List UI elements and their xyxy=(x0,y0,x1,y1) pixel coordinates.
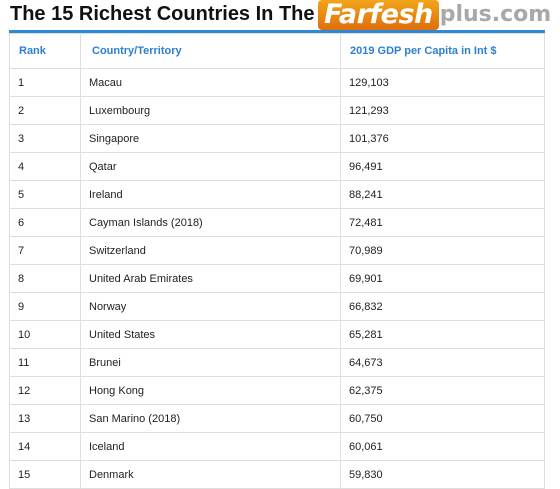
watermark-brand: Farfesh xyxy=(318,0,439,30)
cell-gdp: 60,061 xyxy=(340,432,545,461)
cell-country: Macau xyxy=(80,68,341,97)
cell-country: Norway xyxy=(80,292,341,321)
table-row: 9 Norway 66,832 xyxy=(9,292,545,321)
table-row: 5 Ireland 88,241 xyxy=(9,180,545,209)
richest-countries-table: Rank Country/Territory 2019 GDP per Capi… xyxy=(9,30,545,489)
cell-gdp: 66,832 xyxy=(340,292,545,321)
table-row: 14 Iceland 60,061 xyxy=(9,432,545,461)
cell-rank: 2 xyxy=(9,96,81,125)
cell-rank: 9 xyxy=(9,292,81,321)
table-row: 1 Macau 129,103 xyxy=(9,68,545,97)
table-row: 12 Hong Kong 62,375 xyxy=(9,376,545,405)
table-row: 8 United Arab Emirates 69,901 xyxy=(9,264,545,293)
cell-gdp: 96,491 xyxy=(340,152,545,181)
cell-gdp: 129,103 xyxy=(340,68,545,97)
cell-gdp: 101,376 xyxy=(340,124,545,153)
cell-rank: 10 xyxy=(9,320,81,349)
header-country: Country/Territory xyxy=(80,33,341,69)
table-row: 13 San Marino (2018) 60,750 xyxy=(9,404,545,433)
cell-rank: 15 xyxy=(9,460,81,489)
header-row: Rank Country/Territory 2019 GDP per Capi… xyxy=(9,33,545,69)
cell-gdp: 72,481 xyxy=(340,208,545,237)
cell-rank: 6 xyxy=(9,208,81,237)
cell-gdp: 64,673 xyxy=(340,348,545,377)
cell-rank: 12 xyxy=(9,376,81,405)
header-rank: Rank xyxy=(9,33,81,69)
cell-gdp: 69,901 xyxy=(340,264,545,293)
cell-country: United States xyxy=(80,320,341,349)
cell-rank: 7 xyxy=(9,236,81,265)
cell-rank: 13 xyxy=(9,404,81,433)
cell-gdp: 60,750 xyxy=(340,404,545,433)
table-row: 2 Luxembourg 121,293 xyxy=(9,96,545,125)
cell-country: Singapore xyxy=(80,124,341,153)
cell-gdp: 65,281 xyxy=(340,320,545,349)
cell-country: Switzerland xyxy=(80,236,341,265)
table-row: 3 Singapore 101,376 xyxy=(9,124,545,153)
cell-rank: 14 xyxy=(9,432,81,461)
cell-rank: 5 xyxy=(9,180,81,209)
table-row: 6 Cayman Islands (2018) 72,481 xyxy=(9,208,545,237)
cell-country: Luxembourg xyxy=(80,96,341,125)
cell-country: Cayman Islands (2018) xyxy=(80,208,341,237)
table-row: 15 Denmark 59,830 xyxy=(9,460,545,489)
cell-country: Brunei xyxy=(80,348,341,377)
cell-gdp: 59,830 xyxy=(340,460,545,489)
cell-gdp: 70,989 xyxy=(340,236,545,265)
cell-country: Ireland xyxy=(80,180,341,209)
cell-country: Qatar xyxy=(80,152,341,181)
cell-country: Denmark xyxy=(80,460,341,489)
cell-country: Iceland xyxy=(80,432,341,461)
table-row: 4 Qatar 96,491 xyxy=(9,152,545,181)
cell-rank: 8 xyxy=(9,264,81,293)
cell-country: United Arab Emirates xyxy=(80,264,341,293)
cell-country: Hong Kong xyxy=(80,376,341,405)
watermark-logo: Farfesh plus.com xyxy=(318,0,551,30)
table-row: 7 Switzerland 70,989 xyxy=(9,236,545,265)
cell-rank: 3 xyxy=(9,124,81,153)
table-row: 10 United States 65,281 xyxy=(9,320,545,349)
cell-country: San Marino (2018) xyxy=(80,404,341,433)
data-table: Rank Country/Territory 2019 GDP per Capi… xyxy=(9,33,545,489)
cell-gdp: 62,375 xyxy=(340,376,545,405)
cell-gdp: 88,241 xyxy=(340,180,545,209)
table-row: 11 Brunei 64,673 xyxy=(9,348,545,377)
cell-gdp: 121,293 xyxy=(340,96,545,125)
cell-rank: 4 xyxy=(9,152,81,181)
cell-rank: 11 xyxy=(9,348,81,377)
watermark-site: plus.com xyxy=(439,2,552,27)
header-gdp: 2019 GDP per Capita in Int $ xyxy=(340,33,545,69)
cell-rank: 1 xyxy=(9,68,81,97)
